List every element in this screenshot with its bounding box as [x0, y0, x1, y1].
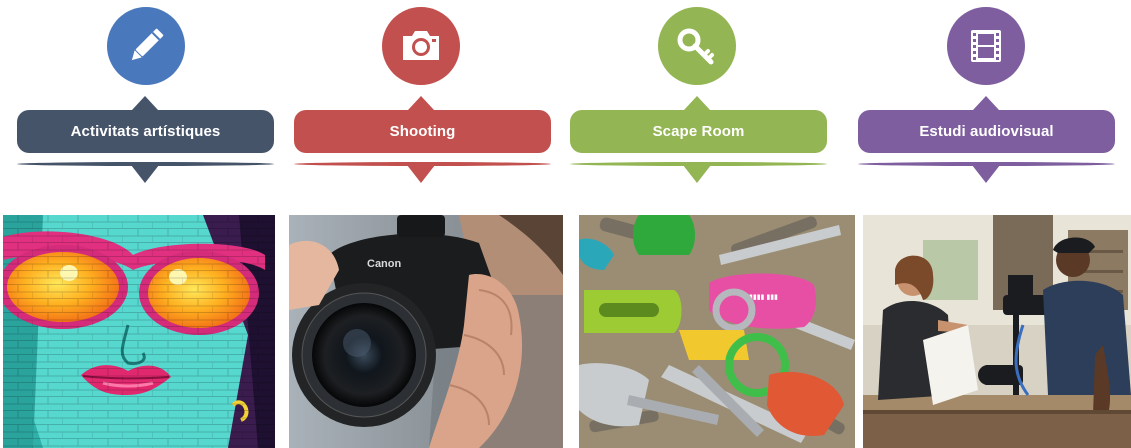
- camera-icon: [399, 26, 443, 66]
- film-icon: [966, 26, 1006, 66]
- category-escape-room: Scape Room ▮▮▮▮ ▮▮▮: [570, 0, 855, 448]
- icon-circle-artistic: [107, 7, 185, 85]
- icon-circle-shooting: [382, 7, 460, 85]
- banner-pointer-down: [407, 165, 435, 183]
- category-label-shooting[interactable]: Shooting: [294, 110, 551, 153]
- banner-pointer-up: [684, 96, 710, 110]
- camera-brand-text: Canon: [367, 258, 402, 270]
- pencil-icon: [124, 24, 168, 68]
- graffiti-face-photo: [3, 215, 275, 448]
- category-audiovisual: Estudi audiovisual: [858, 0, 1131, 448]
- category-label-audiovisual[interactable]: Estudi audiovisual: [858, 110, 1115, 153]
- icon-circle-audiovisual: [947, 7, 1025, 85]
- icon-circle-escape-room: [658, 7, 736, 85]
- banner-pointer-down: [683, 165, 711, 183]
- banner-pointer-up: [132, 96, 158, 110]
- film-studio-photo: [863, 215, 1131, 448]
- category-label-escape-room[interactable]: Scape Room: [570, 110, 827, 153]
- keys-photo: ▮▮▮▮ ▮▮▮: [579, 215, 855, 448]
- banner-pointer-up: [408, 96, 434, 110]
- category-shooting: Shooting Canon: [283, 0, 568, 448]
- tag-text: ▮▮▮▮ ▮▮▮: [749, 294, 778, 301]
- banner-pointer-up: [973, 96, 999, 110]
- category-label-artistic[interactable]: Activitats artístiques: [17, 110, 274, 153]
- category-artistic: Activitats artístiques: [0, 0, 280, 448]
- camera-photo: Canon: [289, 215, 563, 448]
- key-icon: [675, 24, 719, 68]
- banner-pointer-down: [131, 165, 159, 183]
- banner-pointer-down: [972, 165, 1000, 183]
